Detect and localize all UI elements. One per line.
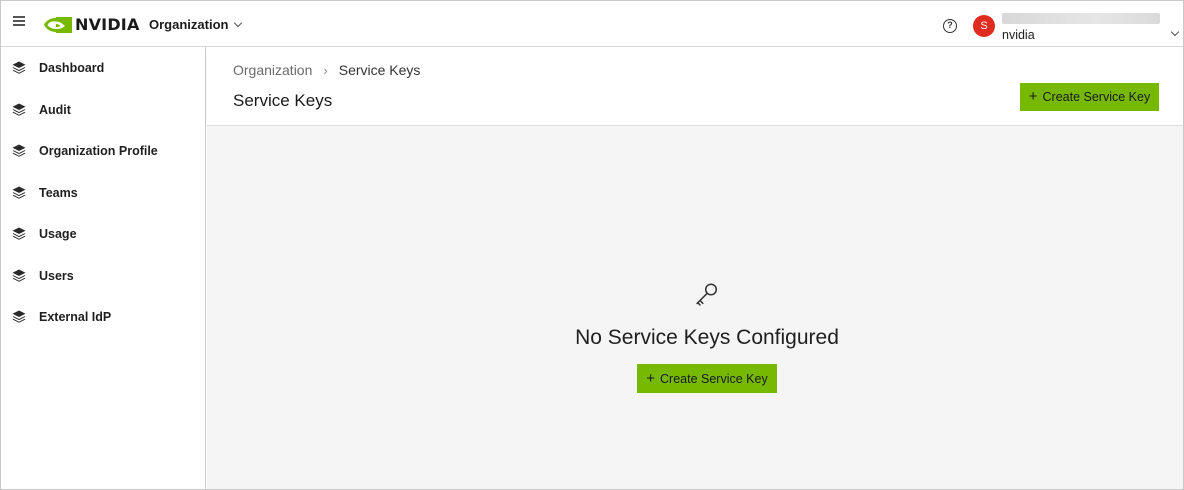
- organization-dropdown[interactable]: Organization: [149, 17, 243, 32]
- sidebar-item-label: Teams: [39, 186, 78, 200]
- layers-icon: [12, 310, 26, 323]
- sidebar-item-dashboard[interactable]: Dashboard: [1, 51, 206, 85]
- sidebar-item-usage[interactable]: Usage: [1, 217, 206, 251]
- chevron-down-icon: [1170, 27, 1180, 37]
- nvidia-logo[interactable]: NVIDIA: [44, 15, 140, 35]
- user-name-redacted: [1002, 13, 1160, 24]
- layers-icon: [12, 144, 26, 157]
- page-header: Organization › Service Keys Service Keys…: [207, 47, 1183, 126]
- sidebar-item-label: Audit: [39, 103, 71, 117]
- user-menu-toggle[interactable]: [1169, 22, 1180, 40]
- sidebar-item-external-idp[interactable]: External IdP: [1, 300, 206, 334]
- organization-dropdown-label: Organization: [149, 17, 229, 32]
- sidebar: Dashboard Audit Organization Profile Tea…: [1, 47, 206, 489]
- page-title: Service Keys: [233, 91, 333, 110]
- sidebar-item-label: External IdP: [39, 310, 112, 324]
- layers-icon: [12, 61, 26, 74]
- layers-icon: [12, 103, 26, 116]
- sidebar-item-label: Usage: [39, 227, 77, 241]
- key-icon: [696, 283, 718, 306]
- breadcrumb-organization[interactable]: Organization: [233, 62, 312, 78]
- sidebar-item-label: Users: [39, 269, 74, 283]
- nvidia-eye-icon: [44, 17, 72, 33]
- menu-icon[interactable]: [13, 16, 25, 30]
- create-service-key-empty-button[interactable]: + Create Service Key: [637, 364, 777, 393]
- user-org-name: nvidia: [1002, 28, 1035, 42]
- layers-icon: [12, 269, 26, 282]
- top-bar: NVIDIA Organization ? S nvidia: [1, 1, 1183, 47]
- breadcrumb-current: Service Keys: [338, 62, 421, 78]
- create-service-key-label: Create Service Key: [1042, 90, 1151, 104]
- create-service-key-button[interactable]: + Create Service Key: [1020, 83, 1159, 111]
- sidebar-item-audit[interactable]: Audit: [1, 93, 206, 127]
- sidebar-item-users[interactable]: Users: [1, 259, 206, 293]
- layers-icon: [12, 186, 26, 199]
- brand-wordmark: NVIDIA: [75, 15, 140, 34]
- create-service-key-label: Create Service Key: [660, 371, 768, 386]
- layers-icon: [12, 227, 26, 240]
- sidebar-item-label: Dashboard: [39, 61, 105, 75]
- sidebar-item-teams[interactable]: Teams: [1, 176, 206, 210]
- avatar[interactable]: S: [973, 15, 995, 37]
- breadcrumb-separator: ›: [323, 62, 328, 78]
- sidebar-item-organization-profile[interactable]: Organization Profile: [1, 134, 206, 168]
- plus-icon: +: [1028, 88, 1038, 105]
- plus-icon: +: [646, 369, 656, 387]
- content-area: No Service Keys Configured + Create Serv…: [207, 127, 1183, 489]
- empty-state-title: No Service Keys Configured: [575, 326, 839, 349]
- chevron-down-icon: [234, 18, 243, 27]
- sidebar-item-label: Organization Profile: [39, 144, 158, 158]
- help-icon[interactable]: ?: [943, 19, 957, 33]
- breadcrumb: Organization › Service Keys: [233, 62, 420, 78]
